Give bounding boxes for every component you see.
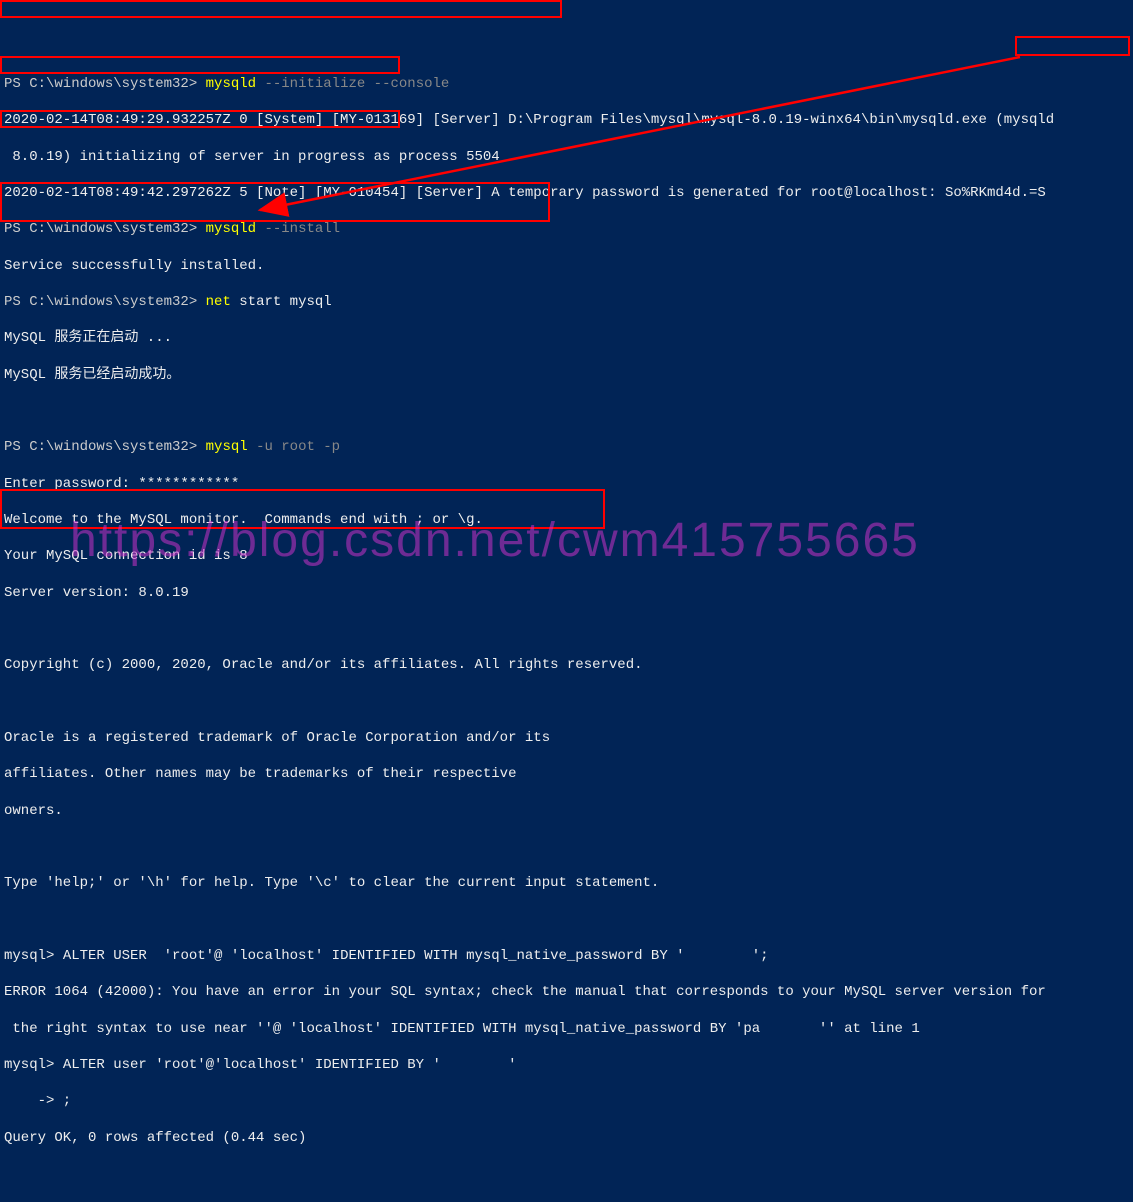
blank-line <box>4 620 1129 638</box>
command-args: -u root -p <box>256 439 340 455</box>
output-line: Copyright (c) 2000, 2020, Oracle and/or … <box>4 656 1129 674</box>
mysql-prompt: mysql> <box>4 948 54 964</box>
output-line: 2020-02-14T08:49:29.932257Z 0 [System] [… <box>4 111 1129 129</box>
mysql-line: mysql> ALTER user 'root'@'localhost' IDE… <box>4 1056 1129 1074</box>
command-executable: mysqld <box>206 76 256 92</box>
output-line: ERROR 1064 (42000): You have an error in… <box>4 983 1129 1001</box>
output-line: Your MySQL connection id is 8 <box>4 547 1129 565</box>
output-line: 2020-02-14T08:49:42.297262Z 5 [Note] [MY… <box>4 184 1129 202</box>
terminal-line: PS C:\windows\system32> mysqld --initial… <box>4 75 1129 93</box>
annotation-box-password <box>1015 36 1130 56</box>
continuation-line: -> ; <box>4 1092 1129 1110</box>
password-prompt: Enter password: ************ <box>4 475 1129 493</box>
prompt: PS C:\windows\system32> <box>4 439 197 455</box>
output-line: Query OK, 0 rows affected (0.44 sec) <box>4 1129 1129 1147</box>
output-line: Service successfully installed. <box>4 257 1129 275</box>
output-line: the right syntax to use near ''@ 'localh… <box>4 1020 1129 1038</box>
blank-line <box>4 838 1129 856</box>
command-args: start mysql <box>239 294 331 310</box>
output-line: Welcome to the MySQL monitor. Commands e… <box>4 511 1129 529</box>
terminal-line: PS C:\windows\system32> mysqld --install <box>4 220 1129 238</box>
blank-line <box>4 1165 1129 1183</box>
generated-password: So%RKmd4d.=S <box>937 185 1046 201</box>
terminal-line: PS C:\windows\system32> mysql -u root -p <box>4 438 1129 456</box>
sql-command: ALTER user 'root'@'localhost' IDENTIFIED… <box>54 1057 516 1073</box>
output-line: Server version: 8.0.19 <box>4 584 1129 602</box>
command-executable: net <box>206 294 231 310</box>
mysql-line: mysql> exit <box>4 1201 1129 1202</box>
mysql-line: mysql> ALTER USER 'root'@ 'localhost' ID… <box>4 947 1129 965</box>
output-line: MySQL 服务正在启动 ... <box>4 329 1129 347</box>
terminal-line: PS C:\windows\system32> net start mysql <box>4 293 1129 311</box>
output-line: MySQL 服务已经启动成功。 <box>4 366 1129 384</box>
command-args: --install <box>264 221 340 237</box>
prompt: PS C:\windows\system32> <box>4 76 197 92</box>
sql-command: ALTER USER 'root'@ 'localhost' IDENTIFIE… <box>54 948 768 964</box>
output-line: Oracle is a registered trademark of Orac… <box>4 729 1129 747</box>
annotation-box-cmd2 <box>0 56 400 74</box>
command-executable: mysql <box>206 439 248 455</box>
prompt: PS C:\windows\system32> <box>4 294 197 310</box>
blank-line <box>4 693 1129 711</box>
output-line: owners. <box>4 802 1129 820</box>
annotation-box-cmd1 <box>0 0 562 18</box>
blank-line <box>4 911 1129 929</box>
output-line: Type 'help;' or '\h' for help. Type '\c'… <box>4 874 1129 892</box>
command-args: --initialize --console <box>264 76 449 92</box>
blank-line <box>4 402 1129 420</box>
command-executable: mysqld <box>206 221 256 237</box>
output-line: affiliates. Other names may be trademark… <box>4 765 1129 783</box>
mysql-prompt: mysql> <box>4 1057 54 1073</box>
prompt: PS C:\windows\system32> <box>4 221 197 237</box>
output-line: 8.0.19) initializing of server in progre… <box>4 148 1129 166</box>
